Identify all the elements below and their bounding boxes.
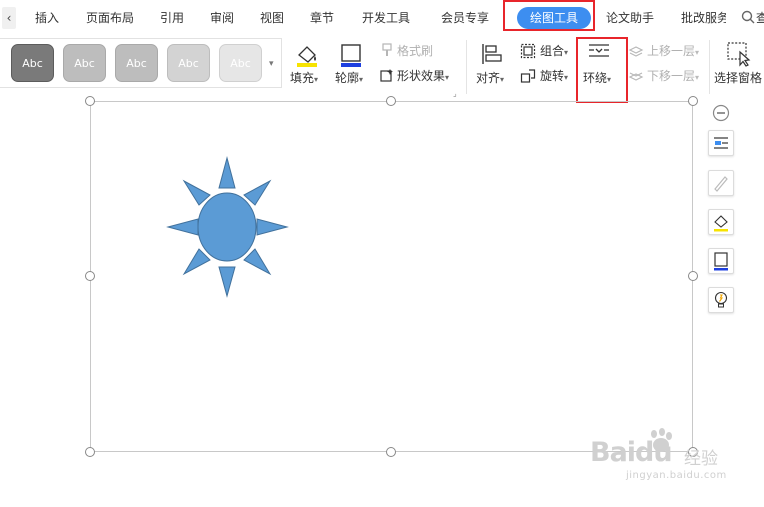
outline-icon[interactable]: [338, 42, 364, 68]
highlight-drawing-tools: [503, 0, 595, 31]
layout-options-button[interactable]: [708, 130, 734, 156]
tab-scroll-left-button[interactable]: ‹: [2, 7, 16, 29]
fill-button-label[interactable]: 填充▾: [290, 70, 318, 88]
side-fill-button[interactable]: [708, 209, 734, 235]
layout-options-icon: [714, 137, 728, 149]
group-button[interactable]: 组合▾: [540, 43, 568, 61]
outline-button-label[interactable]: 轮廓▾: [335, 70, 363, 88]
style-swatch-3[interactable]: Abc: [115, 44, 158, 82]
tab-view[interactable]: 视图: [260, 9, 284, 27]
align-icon[interactable]: [480, 42, 504, 66]
selection-pane-button[interactable]: 选择窗格: [714, 70, 762, 86]
selection-pane-icon[interactable]: [726, 41, 752, 67]
paw-icon: [651, 428, 672, 452]
ribbon-separator: [466, 40, 467, 94]
fill-bucket-icon[interactable]: [294, 42, 320, 68]
tab-review[interactable]: 审阅: [210, 9, 234, 27]
style-gallery-more-button[interactable]: ▾: [269, 56, 274, 72]
format-painter-button[interactable]: 格式刷: [397, 43, 433, 59]
search-label[interactable]: 查: [756, 9, 764, 27]
rotate-button[interactable]: 旋转▾: [540, 68, 568, 86]
watermark-sub: 经验: [684, 449, 718, 469]
resize-handle-top-right[interactable]: [688, 96, 698, 106]
menu-tab-bar: ‹ 插入 页面布局 引用 审阅 视图 章节 开发工具 会员专享 绘图工具 论文助…: [0, 0, 764, 36]
ribbon-separator: [709, 40, 710, 94]
tab-insert[interactable]: 插入: [35, 9, 59, 27]
tab-member[interactable]: 会员专享: [441, 9, 489, 27]
align-button-label[interactable]: 对齐▾: [476, 70, 504, 88]
ribbon-toolbar: Abc Abc Abc Abc Abc ▾ 填充▾ 轮廓▾ 格式刷 形状效果▾ …: [0, 36, 764, 98]
style-swatch-1[interactable]: Abc: [11, 44, 54, 82]
bring-forward-icon: [628, 46, 644, 57]
shape-group-launcher-icon[interactable]: ⌟: [453, 86, 457, 102]
resize-handle-bottom-left[interactable]: [85, 447, 95, 457]
smart-tips-button[interactable]: [708, 287, 734, 313]
resize-handle-top[interactable]: [386, 96, 396, 106]
group-icon[interactable]: [520, 43, 536, 59]
bring-forward-button[interactable]: 上移一层▾: [647, 43, 699, 61]
resize-handle-right[interactable]: [688, 271, 698, 281]
fill-bucket-icon: [714, 215, 728, 232]
sun-shape[interactable]: [160, 150, 295, 305]
rotate-icon[interactable]: [520, 68, 536, 84]
side-outline-button[interactable]: [708, 248, 734, 274]
shape-effects-button[interactable]: 形状效果▾: [397, 68, 449, 86]
send-backward-icon: [628, 72, 644, 81]
resize-handle-top-left[interactable]: [85, 96, 95, 106]
style-swatch-5[interactable]: Abc: [219, 44, 262, 82]
tab-chapter[interactable]: 章节: [310, 9, 334, 27]
style-swatch-4[interactable]: Abc: [167, 44, 210, 82]
lightbulb-icon: [714, 291, 728, 308]
shape-effects-icon[interactable]: [380, 68, 394, 82]
style-brush-button[interactable]: [708, 170, 734, 196]
format-painter-icon: [382, 43, 392, 56]
style-swatch-2[interactable]: Abc: [63, 44, 106, 82]
send-backward-button[interactable]: 下移一层▾: [647, 68, 699, 86]
highlight-wrap-button: [576, 37, 628, 103]
outline-icon: [714, 252, 728, 271]
tab-page-layout[interactable]: 页面布局: [86, 9, 134, 27]
search-icon[interactable]: [741, 10, 755, 24]
tab-correction-service[interactable]: 批改服务: [681, 9, 726, 27]
tab-paper-assistant[interactable]: 论文助手: [606, 9, 654, 27]
tab-developer[interactable]: 开发工具: [362, 9, 410, 27]
watermark-url: jingyan.baidu.com: [626, 470, 727, 481]
collapse-icon[interactable]: [712, 104, 730, 122]
resize-handle-bottom[interactable]: [386, 447, 396, 457]
resize-handle-left[interactable]: [85, 271, 95, 281]
brush-icon: [714, 176, 728, 192]
tab-references[interactable]: 引用: [160, 9, 184, 27]
